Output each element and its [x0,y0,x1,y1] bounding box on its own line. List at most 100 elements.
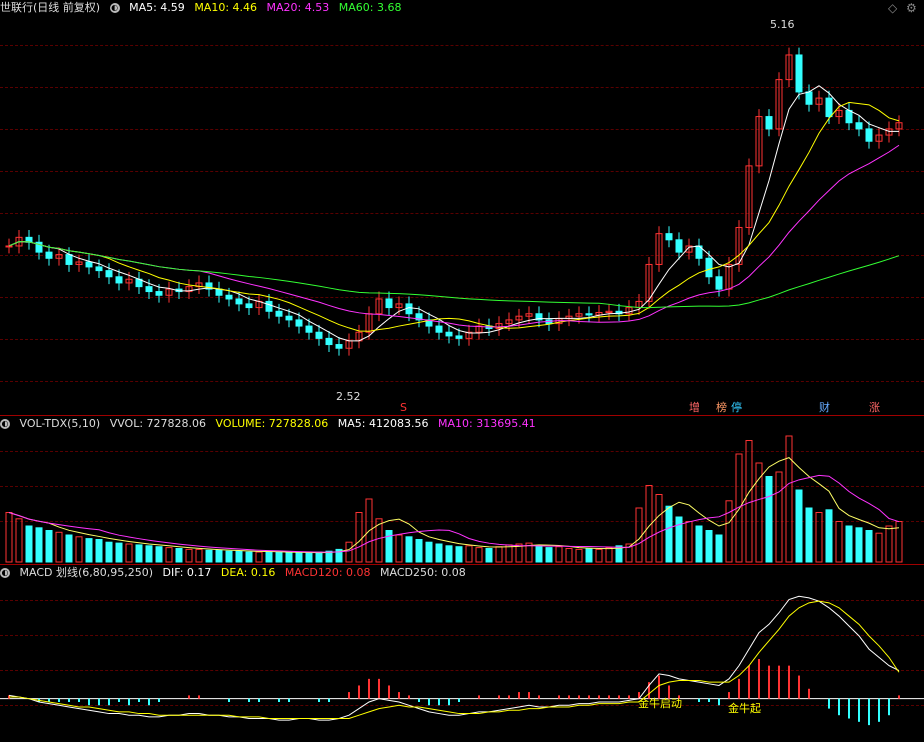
candle [215,288,223,296]
volume-bar [35,527,43,563]
candle [845,109,853,124]
volume-bar [655,494,663,563]
candle [275,310,283,317]
candle [435,325,443,333]
signal-label-1: 金牛启动 [638,697,682,710]
candle [765,116,773,130]
volume-bar [415,539,423,563]
volume-bar [145,545,153,563]
tag-zeng[interactable]: 增 [689,402,700,414]
volume-bar [65,534,73,563]
volume-bar [845,525,853,563]
volume-chart[interactable] [0,416,924,564]
volume-bar [205,549,213,563]
s-marker: S [400,401,407,414]
candle [385,298,393,309]
candle [445,331,453,337]
candle [295,319,303,327]
candle [315,331,323,339]
signal-label-2: 金牛起 [728,702,761,715]
volume-bar [395,534,403,563]
volume-bar [275,551,283,563]
volume-bar [125,543,133,563]
volume-bar [345,541,353,563]
volume-bar [305,552,313,563]
price-panel[interactable]: 世联行(日线 前复权) ◐ MA5: 4.59 MA10: 4.46 MA20:… [0,0,924,415]
candlestick-chart[interactable] [0,0,924,415]
volume-bar [695,525,703,563]
volume-bar [785,435,793,563]
volume-bar [465,545,473,563]
candle [335,344,343,349]
volume-bar [565,548,573,563]
volume-bar [705,530,713,563]
volume-bar [825,509,833,563]
volume-bar [605,547,613,563]
volume-bar [535,545,543,563]
candle [105,270,113,278]
volume-bar [485,548,493,563]
candle [665,233,673,241]
high-price-label: 5.16 [770,18,795,31]
tag-cai[interactable]: 财 [819,402,830,414]
volume-bar [165,547,173,563]
volume-bar [575,548,583,563]
candle [795,54,803,93]
volume-bar [235,550,243,563]
volume-bar [45,530,53,563]
tag-ting[interactable]: 停 [731,402,742,414]
candle [115,276,123,284]
volume-bar [215,549,223,563]
macd-chart[interactable] [0,565,924,742]
candle [805,91,813,105]
volume-bar [185,548,193,563]
candle [95,266,103,272]
volume-bar [265,550,273,563]
tag-bang[interactable]: 榜 [716,402,727,414]
volume-bar [245,551,253,563]
volume-bar [285,552,293,563]
candle [5,245,13,248]
volume-bar [105,541,113,563]
volume-bar [665,505,673,563]
volume-bar [585,548,593,563]
low-price-label: 2.52 [336,390,361,403]
volume-bar [555,546,563,563]
volume-bar [5,512,13,563]
volume-bar [685,521,693,563]
volume-bar [765,476,773,563]
volume-bar [445,545,453,563]
candle [715,276,723,290]
candle [145,286,153,293]
volume-bar [405,536,413,563]
volume-bar [475,547,483,563]
volume-bar [865,530,873,563]
dea-line [9,600,900,720]
candle [825,97,833,118]
candle [155,291,163,296]
volume-bar [815,512,823,563]
volume-bar [725,500,733,563]
volume-bar [875,532,883,563]
candle [675,239,683,253]
volume-bar [805,507,813,563]
candle [585,313,593,316]
tag-zhang[interactable]: 涨 [869,402,880,414]
candle [285,315,293,321]
volume-bar [15,518,23,563]
volume-bar [775,471,783,563]
volume-panel[interactable]: ◐ VOL-TDX(5,10) VVOL: 727828.06 VOLUME: … [0,416,924,564]
volume-bar [225,550,233,563]
volume-bar [85,538,93,563]
candle [45,251,53,259]
macd-panel[interactable]: ◐ MACD 划线(6,80,95,250) DIF: 0.17 DEA: 0.… [0,565,924,742]
dif-line [8,595,900,721]
candle [235,298,243,305]
volume-bar [315,551,323,563]
volume-bar [25,525,33,563]
candle [455,335,463,339]
volume-bar [385,530,393,563]
volume-bar [95,539,103,563]
volume-bar [885,525,893,563]
candle [265,300,273,312]
